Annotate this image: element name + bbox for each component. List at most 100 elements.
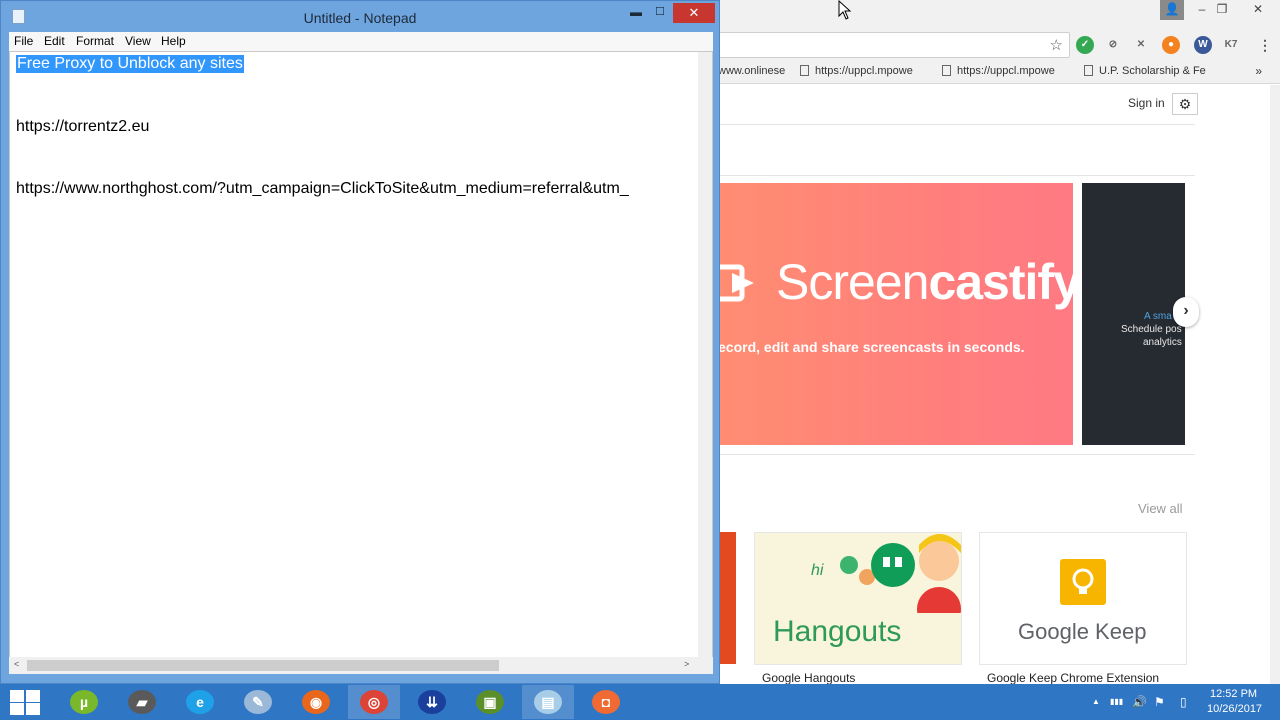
- bookmarks-overflow-icon[interactable]: »: [1255, 64, 1262, 78]
- text-editor[interactable]: Free Proxy to Unblock any sites https://…: [9, 51, 713, 658]
- hangouts-tile-label: Hangouts: [773, 615, 902, 648]
- taskbar-scanner-button[interactable]: ▰: [116, 685, 168, 719]
- vertical-scrollbar[interactable]: [698, 52, 712, 657]
- notepad-icon: ▤: [534, 690, 562, 714]
- bookmarks-bar: www.onlinese https://uppcl.mpowe https:/…: [710, 60, 1280, 84]
- hangouts-illustration: hi: [811, 534, 961, 613]
- lightbulb-icon: [1060, 559, 1106, 605]
- scroll-right-icon[interactable]: >: [684, 659, 689, 669]
- k7-extension-icon[interactable]: K7: [1222, 36, 1240, 54]
- divider: [720, 175, 1195, 176]
- signal-icon[interactable]: ▮▮▮: [1110, 697, 1123, 706]
- orange-extension-icon[interactable]: ●: [1162, 36, 1180, 54]
- windows-start-icon[interactable]: [8, 688, 40, 716]
- taskbar-firefox-button[interactable]: ◉: [290, 685, 342, 719]
- divider: [720, 454, 1195, 455]
- ie-icon: e: [186, 690, 214, 714]
- banner-logo-text: Screencastify: [776, 254, 1073, 310]
- tray-expand-icon[interactable]: ▲: [1092, 697, 1100, 706]
- banner-tagline: ecord, edit and share screencasts in sec…: [720, 339, 1025, 355]
- banner2-text: Schedule pos: [1121, 324, 1182, 335]
- banner2-title: A sma: [1144, 311, 1172, 322]
- taskbar-screencastify-button[interactable]: ◘: [580, 685, 632, 719]
- taskbar-android-button[interactable]: ▣: [464, 685, 516, 719]
- taskbar-chrome-button[interactable]: ◎: [348, 685, 400, 719]
- horizontal-scrollbar[interactable]: < >: [9, 657, 699, 674]
- chrome-menu-icon[interactable]: ⋮: [1256, 36, 1274, 54]
- network-icon: ⇊: [418, 690, 446, 714]
- selected-text-line[interactable]: Free Proxy to Unblock any sites: [16, 55, 244, 73]
- bookmark-item[interactable]: https://uppcl.mpowe: [942, 65, 1055, 77]
- google-keep-tile[interactable]: Google Keep: [979, 532, 1187, 665]
- restore-button[interactable]: ❐: [1210, 0, 1234, 20]
- keep-tile-label: Google Keep: [1018, 619, 1147, 644]
- taskbar: µ ▰ e ✎ ◉ ◎ ⇊ ▣ ▤ ◘ ▲ ▮▮▮ 🔊 ⚑ ▯ 12:52 PM 10/26/20…: [0, 684, 1280, 720]
- battery-icon[interactable]: ▯: [1180, 695, 1187, 709]
- page-icon: [942, 65, 951, 76]
- extension-tile[interactable]: [720, 532, 736, 664]
- taskbar-notepad-button[interactable]: ▤: [522, 685, 574, 719]
- video-camera-icon: [720, 264, 754, 302]
- clock-date[interactable]: 10/26/2017: [1207, 703, 1262, 715]
- menu-edit[interactable]: Edit: [44, 34, 65, 48]
- taskbar-ie-button[interactable]: e: [174, 685, 226, 719]
- shield-extension-icon[interactable]: ✓: [1076, 36, 1094, 54]
- close-button[interactable]: ✕: [1240, 0, 1276, 20]
- minimize-button[interactable]: ▬: [625, 5, 647, 23]
- taskbar-network-button[interactable]: ⇊: [406, 685, 458, 719]
- taskbar-pen-button[interactable]: ✎: [232, 685, 284, 719]
- extension-caption[interactable]: Google Keep Chrome Extension: [987, 671, 1159, 685]
- maximize-button[interactable]: ☐: [649, 5, 671, 23]
- volume-icon[interactable]: 🔊: [1132, 695, 1147, 709]
- text-line[interactable]: https://torrentz2.eu: [16, 118, 149, 136]
- menu-help[interactable]: Help: [161, 34, 186, 48]
- flag-icon[interactable]: ⚑: [1154, 695, 1165, 709]
- screencastify-banner[interactable]: Screencastify ecord, edit and share scre…: [720, 183, 1073, 445]
- size-grip[interactable]: [699, 657, 713, 674]
- store-header: Sign in ⚙: [720, 85, 1198, 125]
- text-line[interactable]: https://www.northghost.com/?utm_campaign…: [16, 180, 629, 198]
- page-icon: [800, 65, 809, 76]
- taskbar-utorrent-button[interactable]: µ: [58, 685, 110, 719]
- sign-in-link[interactable]: Sign in: [1128, 96, 1165, 110]
- clock-time[interactable]: 12:52 PM: [1210, 688, 1257, 700]
- menu-view[interactable]: View: [125, 34, 151, 48]
- chrome-window: 👤 – ❐ ✕ ☆ ✓ ⊘ ✕ ● W K7 ⋮ www.onlinese ht…: [710, 0, 1280, 685]
- chrome-icon: ◎: [360, 690, 388, 714]
- page-icon: [1084, 65, 1093, 76]
- hangouts-tile[interactable]: hi Hangouts: [754, 532, 962, 665]
- mouse-cursor-icon: [838, 0, 852, 20]
- cross-extension-icon[interactable]: ✕: [1132, 36, 1150, 54]
- utorrent-icon: µ: [70, 690, 98, 714]
- scrollbar-thumb[interactable]: [27, 660, 499, 671]
- android-icon: ▣: [476, 690, 504, 714]
- menu-format[interactable]: Format: [76, 34, 114, 48]
- hangouts-hi-text: hi: [811, 562, 824, 579]
- carousel-next-button[interactable]: ›: [1173, 297, 1199, 327]
- chrome-toolbar: ☆ ✓ ⊘ ✕ ● W K7 ⋮: [710, 30, 1280, 60]
- chrome-titlebar: 👤 – ❐ ✕: [710, 0, 1280, 30]
- extension-caption[interactable]: Google Hangouts: [762, 671, 855, 685]
- notepad-titlebar[interactable]: Untitled - Notepad ▬ ☐ ✕: [1, 1, 719, 33]
- secondary-banner[interactable]: A sma Schedule pos analytics: [1082, 183, 1185, 445]
- pen-icon: ✎: [244, 690, 272, 714]
- menu-bar: File Edit Format View Help: [9, 32, 713, 51]
- bookmark-star-icon[interactable]: ☆: [1050, 36, 1063, 54]
- menu-file[interactable]: File: [14, 34, 33, 48]
- view-all-link[interactable]: View all: [1138, 501, 1183, 516]
- screencastify-icon: ◘: [592, 690, 620, 714]
- block-extension-icon[interactable]: ⊘: [1104, 36, 1122, 54]
- address-bar[interactable]: ☆: [710, 32, 1070, 58]
- gear-icon[interactable]: ⚙: [1172, 93, 1198, 115]
- scroll-left-icon[interactable]: <: [14, 659, 19, 669]
- scanner-icon: ▰: [128, 690, 156, 714]
- bookmark-item[interactable]: www.onlinese: [718, 65, 785, 77]
- close-button[interactable]: ✕: [673, 3, 715, 23]
- w-extension-icon[interactable]: W: [1194, 36, 1212, 54]
- bookmark-item[interactable]: U.P. Scholarship & Fe: [1084, 65, 1206, 77]
- profile-icon[interactable]: 👤: [1160, 0, 1184, 20]
- bookmark-item[interactable]: https://uppcl.mpowe: [800, 65, 913, 77]
- page-scrollbar[interactable]: [1270, 85, 1280, 684]
- window-title: Untitled - Notepad: [303, 10, 417, 26]
- banner2-text: analytics: [1143, 337, 1182, 348]
